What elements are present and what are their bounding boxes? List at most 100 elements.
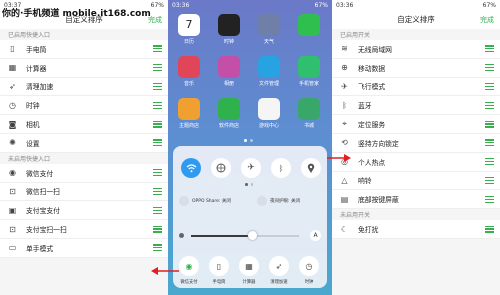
list-item[interactable]: ⟲ 竖持方向锁定 [332, 133, 500, 153]
list-item[interactable]: ✺ 设置 [0, 133, 168, 153]
list-item[interactable]: ☾ 免打扰 [332, 220, 500, 239]
list-item-label: 响铃 [358, 177, 372, 186]
list-item[interactable]: ◉ 微信支付 [0, 163, 168, 183]
location-icon: ⌖ [342, 119, 347, 129]
drag-handle-icon[interactable] [485, 64, 494, 72]
list-item[interactable]: ◎个人热点 [332, 152, 500, 172]
drag-handle-icon[interactable] [153, 120, 162, 128]
drag-handle-icon[interactable] [153, 64, 162, 72]
drag-handle-icon[interactable] [485, 176, 494, 184]
drag-handle-icon[interactable] [485, 139, 494, 147]
drag-handle-icon[interactable] [153, 169, 162, 177]
share-icon [179, 196, 189, 206]
shortcut-tool-label: 时钟 [304, 280, 314, 285]
status-bar: 03:36 67% [332, 0, 500, 10]
moon-icon: ☾ [340, 224, 349, 234]
shortcut-tool[interactable]: ▯ 手电筒 [207, 256, 231, 285]
page-title: 自定义排序 [397, 15, 435, 24]
drag-handle-icon[interactable] [153, 187, 162, 195]
list-item[interactable]: ⊕ 移动数据 [332, 58, 500, 78]
app-tile [258, 14, 280, 36]
list-item-label: 支付宝扫一扫 [26, 226, 67, 235]
calculator-icon: ▦ [8, 63, 17, 73]
drag-handle-icon[interactable] [153, 206, 162, 214]
auto-brightness-icon[interactable]: A [310, 230, 321, 241]
app-icon[interactable]: 音乐 [176, 56, 202, 87]
app-icon[interactable]: 书城 [296, 98, 322, 129]
mobile-data-toggle[interactable] [211, 158, 231, 178]
app-label: 游戏中心 [258, 123, 279, 129]
oppo-share-label: OPPO Share: 关闭 [192, 199, 231, 204]
list-item-label: 无线局域网 [358, 45, 392, 54]
drag-handle-icon[interactable] [485, 82, 494, 90]
drag-handle-icon[interactable] [153, 82, 162, 90]
drag-handle-icon[interactable] [485, 45, 494, 53]
list-item[interactable]: ⊡ 支付宝扫一扫 [0, 220, 168, 239]
app-icon[interactable]: 7 日历 [176, 14, 202, 45]
list-item[interactable]: ⌖ 定位服务 [332, 115, 500, 134]
drag-handle-icon[interactable] [485, 158, 494, 166]
list-item[interactable]: △ 响铃 [332, 171, 500, 191]
shortcut-tool[interactable]: ◷ 时钟 [297, 256, 321, 285]
night-mode-toggle[interactable]: 夜间护眼: 关闭 [257, 192, 300, 210]
list-item[interactable]: ▣ 支付宝支付 [0, 201, 168, 221]
brightness-thumb[interactable] [248, 231, 257, 240]
list-item[interactable]: ≋ 无线局域网 [332, 40, 500, 59]
drag-handle-icon[interactable] [153, 101, 162, 109]
clock-icon: ◷ [299, 256, 319, 276]
app-icon[interactable]: 主题商店 [176, 98, 202, 129]
app-icon[interactable]: 天气 [256, 14, 282, 45]
list-item[interactable]: ▦ 计算器 [0, 58, 168, 78]
list-item[interactable]: ➶ 清理加速 [0, 77, 168, 97]
app-icon[interactable]: 软件商店 [216, 98, 242, 129]
oppo-share-toggle[interactable]: OPPO Share: 关闭 [179, 192, 231, 210]
one-hand-icon: ▭ [8, 243, 17, 253]
list-item[interactable]: ▯ 手电筒 [0, 40, 168, 59]
list-item[interactable]: ⊡ 微信扫一扫 [0, 182, 168, 202]
list-item[interactable]: ◷ 时钟 [0, 96, 168, 116]
drag-handle-icon[interactable] [485, 195, 494, 203]
shortcut-tool[interactable]: ◉ 微信支付 [177, 256, 201, 285]
drag-handle-icon[interactable] [485, 225, 494, 233]
app-tile: 7 [178, 14, 200, 36]
airplane-toggle[interactable]: ✈ [241, 158, 261, 178]
airplane-icon: ✈ [341, 81, 348, 91]
page-header: 自定义排序 完成 [332, 10, 500, 29]
night-mode-label: 夜间护眼: 关闭 [270, 199, 300, 204]
app-icon[interactable] [296, 14, 322, 38]
rocket-icon: ➶ [9, 81, 16, 91]
section-enabled-shortcuts: 已启用快捷入口 [0, 29, 168, 40]
app-icon[interactable]: 相册 [216, 56, 242, 87]
wifi-toggle[interactable] [181, 158, 201, 178]
drag-handle-icon[interactable] [485, 101, 494, 109]
list-item-label: 相机 [26, 121, 40, 130]
app-label: 文件管理 [258, 81, 279, 87]
drag-handle-icon[interactable] [153, 139, 162, 147]
scan-icon: ⊡ [9, 186, 16, 196]
shortcut-tool[interactable]: ▦ 计算器 [237, 256, 261, 285]
drag-handle-icon[interactable] [153, 225, 162, 233]
app-icon[interactable]: 游戏中心 [256, 98, 282, 129]
location-toggle[interactable] [301, 158, 321, 178]
app-icon[interactable]: 手机管家 [296, 56, 322, 87]
list-item[interactable]: ▭ 单手模式 [0, 238, 168, 258]
app-icon[interactable]: 时钟 [216, 14, 242, 45]
list-item[interactable]: ▤ 底部按键屏蔽 [332, 190, 500, 210]
arrow-right-annotation [327, 154, 351, 162]
list-item-label: 竖持方向锁定 [358, 139, 399, 148]
app-label: 主题商店 [178, 123, 199, 129]
shortcut-tool[interactable]: ➶ 清理加速 [267, 256, 291, 285]
bluetooth-toggle[interactable]: ᛒ [271, 158, 291, 178]
app-label: 书城 [303, 123, 314, 129]
drag-handle-icon[interactable] [153, 244, 162, 252]
list-item[interactable]: ◙ 相机 [0, 115, 168, 134]
list-item[interactable]: ✈ 飞行模式 [332, 77, 500, 97]
app-icon[interactable]: 文件管理 [256, 56, 282, 87]
done-button[interactable]: 完成 [480, 15, 494, 25]
brightness-slider[interactable]: A [179, 230, 321, 242]
list-item[interactable]: ᛒ 蓝牙 [332, 96, 500, 116]
drag-handle-icon[interactable] [485, 120, 494, 128]
app-label: 日历 [183, 39, 194, 45]
drag-handle-icon[interactable] [153, 45, 162, 53]
list-item-label: 计算器 [26, 64, 47, 73]
